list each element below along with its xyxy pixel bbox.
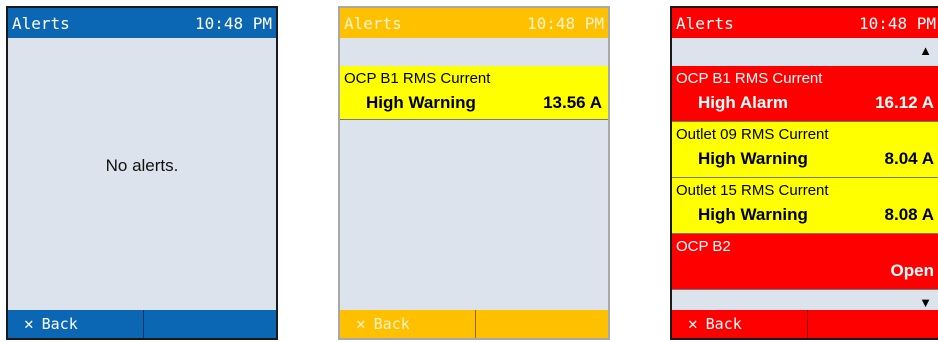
alert-level: High Warning: [698, 205, 808, 224]
scroll-up-icon[interactable]: ▲: [919, 43, 932, 58]
screen-title: Alerts: [344, 14, 402, 33]
back-button[interactable]: ✕ Back: [672, 310, 807, 338]
alert-level: High Warning: [366, 93, 476, 112]
alerts-screen-list: Alerts 10:48 PM ▲ OCP B1 RMS Current Hig…: [670, 6, 938, 340]
close-icon: ✕: [24, 314, 34, 333]
alerts-screen-warning: Alerts 10:48 PM OCP B1 RMS Current High …: [338, 6, 610, 340]
alert-item[interactable]: Outlet 15 RMS Current High Warning 8.08 …: [672, 178, 938, 234]
no-alerts-message: No alerts.: [105, 156, 179, 175]
alerts-screen-empty: Alerts 10:48 PM No alerts. ✕ Back: [6, 6, 278, 340]
softkey-bar: ✕ Back: [8, 310, 276, 338]
alert-value: 16.12 A: [875, 93, 934, 112]
alert-name: OCP B1 RMS Current: [676, 70, 823, 87]
alert-item[interactable]: Outlet 09 RMS Current High Warning 8.04 …: [672, 122, 938, 178]
title-bar: Alerts 10:48 PM: [8, 8, 276, 38]
screen-title: Alerts: [12, 14, 70, 33]
title-bar: Alerts 10:48 PM: [672, 8, 938, 38]
scroll-up-row[interactable]: ▲: [672, 38, 938, 61]
alert-value: 8.04 A: [884, 149, 934, 168]
alert-value: 13.56 A: [543, 93, 602, 112]
softkey-right[interactable]: [143, 310, 276, 338]
alert-level: High Alarm: [698, 93, 789, 112]
back-button[interactable]: ✕ Back: [8, 310, 143, 338]
alert-name: OCP B2: [676, 238, 731, 255]
alert-item[interactable]: OCP B1 RMS Current High Warning 13.56 A: [340, 66, 608, 120]
alert-value: 8.08 A: [884, 205, 934, 224]
alert-name: Outlet 09 RMS Current: [676, 126, 829, 143]
alert-name: OCP B1 RMS Current: [344, 70, 491, 87]
close-icon: ✕: [356, 314, 366, 333]
back-label: Back: [373, 315, 410, 333]
softkey-right[interactable]: [475, 310, 608, 338]
softkey-bar: ✕ Back: [672, 310, 938, 338]
back-button[interactable]: ✕ Back: [340, 310, 475, 338]
scroll-down-icon[interactable]: ▼: [919, 295, 932, 310]
clock: 10:48 PM: [858, 14, 936, 33]
back-label: Back: [41, 315, 78, 333]
alert-name: Outlet 15 RMS Current: [676, 182, 829, 199]
alert-item[interactable]: OCP B1 RMS Current High Alarm 16.12 A: [672, 66, 938, 122]
clock: 10:48 PM: [194, 14, 272, 33]
alert-value: Open: [890, 261, 934, 280]
alert-item[interactable]: OCP B2 Open: [672, 234, 938, 290]
clock: 10:48 PM: [526, 14, 604, 33]
title-bar: Alerts 10:48 PM: [340, 8, 608, 38]
screen-title: Alerts: [676, 14, 734, 33]
alert-level: High Warning: [698, 149, 808, 168]
softkey-right[interactable]: [807, 310, 938, 338]
back-label: Back: [705, 315, 742, 333]
close-icon: ✕: [688, 314, 698, 333]
softkey-bar: ✕ Back: [340, 310, 608, 338]
